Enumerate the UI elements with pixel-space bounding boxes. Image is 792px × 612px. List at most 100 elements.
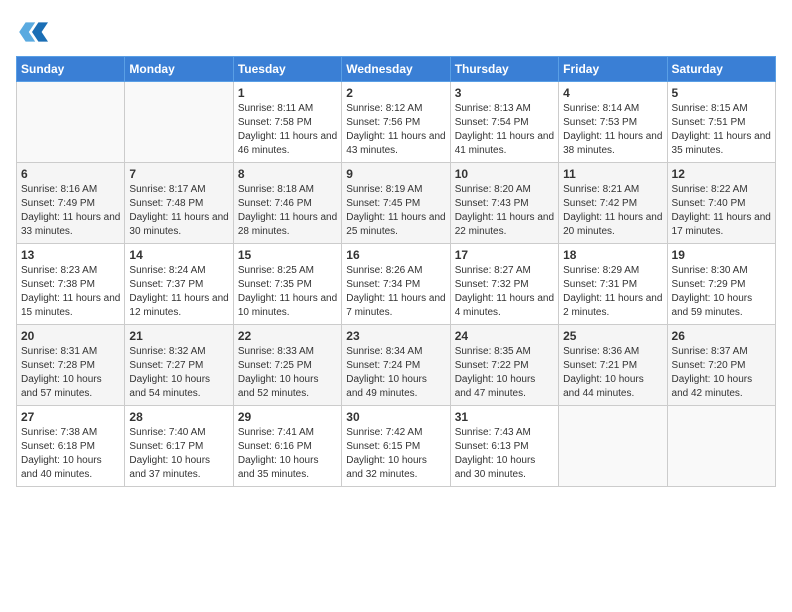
day-info: Sunrise: 8:19 AM Sunset: 7:45 PM Dayligh… bbox=[346, 183, 445, 239]
day-number: 13 bbox=[21, 248, 120, 262]
day-number: 17 bbox=[455, 248, 554, 262]
day-number: 3 bbox=[455, 86, 554, 100]
calendar-cell: 25Sunrise: 8:36 AM Sunset: 7:21 PM Dayli… bbox=[559, 325, 667, 406]
calendar-cell: 18 Sunrise: 8:29 AM Sunset: 7:31 PM Dayli… bbox=[559, 244, 667, 325]
calendar-cell: 3 Sunrise: 8:13 AM Sunset: 7:54 PM Daylig… bbox=[450, 82, 558, 163]
calendar-week-4: 20 Sunrise: 8:31 AM Sunset: 7:28 PM Dayli… bbox=[17, 325, 776, 406]
calendar-week-1: 1 Sunrise: 8:11 AM Sunset: 7:58 PM Daylig… bbox=[17, 82, 776, 163]
day-header-saturday: Saturday bbox=[667, 57, 775, 82]
calendar-cell: 12 Sunrise: 8:22 AM Sunset: 7:40 PM Dayli… bbox=[667, 163, 775, 244]
day-number: 10 bbox=[455, 167, 554, 181]
day-info: Sunrise: 8:29 AM Sunset: 7:31 PM Dayligh… bbox=[563, 264, 662, 320]
day-info: Sunrise: 8:14 AM Sunset: 7:53 PM Dayligh… bbox=[563, 102, 662, 158]
calendar-header-row: SundayMondayTuesdayWednesdayThursdayFrid… bbox=[17, 57, 776, 82]
day-number: 31 bbox=[455, 410, 554, 424]
day-info: Sunrise: 8:15 AM Sunset: 7:51 PM Dayligh… bbox=[672, 102, 771, 158]
day-info: Sunrise: 8:25 AM Sunset: 7:35 PM Dayligh… bbox=[238, 264, 337, 320]
calendar-cell: 26 Sunrise: 8:37 AM Sunset: 7:20 PM Dayli… bbox=[667, 325, 775, 406]
calendar-cell: 8 Sunrise: 8:18 AM Sunset: 7:46 PM Daylig… bbox=[233, 163, 341, 244]
day-info: Sunrise: 8:16 AM Sunset: 7:49 PM Dayligh… bbox=[21, 183, 120, 239]
day-info: Sunrise: 8:13 AM Sunset: 7:54 PM Dayligh… bbox=[455, 102, 554, 158]
day-info: Sunrise: 8:20 AM Sunset: 7:43 PM Dayligh… bbox=[455, 183, 554, 239]
calendar-week-5: 27 Sunrise: 7:38 AM Sunset: 6:18 PM Dayli… bbox=[17, 406, 776, 487]
calendar-cell bbox=[559, 406, 667, 487]
calendar-cell: 23Sunrise: 8:34 AM Sunset: 7:24 PM Dayli… bbox=[342, 325, 450, 406]
calendar-cell: 17 Sunrise: 8:27 AM Sunset: 7:32 PM Dayli… bbox=[450, 244, 558, 325]
page-header bbox=[16, 16, 776, 48]
day-info: Sunrise: 8:32 AM Sunset: 7:27 PM Dayligh… bbox=[129, 345, 228, 401]
day-number: 14 bbox=[129, 248, 228, 262]
calendar-cell: 21 Sunrise: 8:32 AM Sunset: 7:27 PM Dayli… bbox=[125, 325, 233, 406]
calendar-cell: 7 Sunrise: 8:17 AM Sunset: 7:48 PM Daylig… bbox=[125, 163, 233, 244]
day-number: 8 bbox=[238, 167, 337, 181]
day-info: Sunrise: 8:21 AM Sunset: 7:42 PM Dayligh… bbox=[563, 183, 662, 239]
calendar-cell: 16 Sunrise: 8:26 AM Sunset: 7:34 PM Dayli… bbox=[342, 244, 450, 325]
calendar-cell: 15Sunrise: 8:25 AM Sunset: 7:35 PM Dayli… bbox=[233, 244, 341, 325]
day-number: 29 bbox=[238, 410, 337, 424]
day-info: Sunrise: 8:30 AM Sunset: 7:29 PM Dayligh… bbox=[672, 264, 771, 320]
calendar-cell: 9 Sunrise: 8:19 AM Sunset: 7:45 PM Daylig… bbox=[342, 163, 450, 244]
day-number: 4 bbox=[563, 86, 662, 100]
calendar-table: SundayMondayTuesdayWednesdayThursdayFrid… bbox=[16, 56, 776, 487]
day-header-friday: Friday bbox=[559, 57, 667, 82]
day-info: Sunrise: 7:43 AM Sunset: 6:13 PM Dayligh… bbox=[455, 426, 554, 482]
day-header-sunday: Sunday bbox=[17, 57, 125, 82]
logo-icon bbox=[16, 16, 48, 48]
calendar-week-2: 6 Sunrise: 8:16 AM Sunset: 7:49 PM Daylig… bbox=[17, 163, 776, 244]
day-number: 16 bbox=[346, 248, 445, 262]
day-number: 20 bbox=[21, 329, 120, 343]
day-number: 18 bbox=[563, 248, 662, 262]
day-number: 26 bbox=[672, 329, 771, 343]
day-info: Sunrise: 8:17 AM Sunset: 7:48 PM Dayligh… bbox=[129, 183, 228, 239]
day-header-tuesday: Tuesday bbox=[233, 57, 341, 82]
day-info: Sunrise: 8:26 AM Sunset: 7:34 PM Dayligh… bbox=[346, 264, 445, 320]
day-info: Sunrise: 8:18 AM Sunset: 7:46 PM Dayligh… bbox=[238, 183, 337, 239]
day-info: Sunrise: 8:33 AM Sunset: 7:25 PM Dayligh… bbox=[238, 345, 337, 401]
day-info: Sunrise: 7:41 AM Sunset: 6:16 PM Dayligh… bbox=[238, 426, 337, 482]
calendar-cell: 24 Sunrise: 8:35 AM Sunset: 7:22 PM Dayli… bbox=[450, 325, 558, 406]
calendar-cell: 11 Sunrise: 8:21 AM Sunset: 7:42 PM Dayli… bbox=[559, 163, 667, 244]
calendar-cell: 29 Sunrise: 7:41 AM Sunset: 6:16 PM Dayli… bbox=[233, 406, 341, 487]
day-header-wednesday: Wednesday bbox=[342, 57, 450, 82]
day-header-monday: Monday bbox=[125, 57, 233, 82]
day-number: 21 bbox=[129, 329, 228, 343]
calendar-cell bbox=[125, 82, 233, 163]
calendar-cell: 30Sunrise: 7:42 AM Sunset: 6:15 PM Dayli… bbox=[342, 406, 450, 487]
calendar-cell: 22 Sunrise: 8:33 AM Sunset: 7:25 PM Dayli… bbox=[233, 325, 341, 406]
calendar-cell: 19 Sunrise: 8:30 AM Sunset: 7:29 PM Dayli… bbox=[667, 244, 775, 325]
calendar-cell bbox=[667, 406, 775, 487]
day-info: Sunrise: 7:38 AM Sunset: 6:18 PM Dayligh… bbox=[21, 426, 120, 482]
day-number: 19 bbox=[672, 248, 771, 262]
day-info: Sunrise: 8:27 AM Sunset: 7:32 PM Dayligh… bbox=[455, 264, 554, 320]
day-number: 11 bbox=[563, 167, 662, 181]
day-number: 6 bbox=[21, 167, 120, 181]
day-number: 22 bbox=[238, 329, 337, 343]
calendar-cell: 28Sunrise: 7:40 AM Sunset: 6:17 PM Dayli… bbox=[125, 406, 233, 487]
day-info: Sunrise: 7:42 AM Sunset: 6:15 PM Dayligh… bbox=[346, 426, 445, 482]
day-number: 2 bbox=[346, 86, 445, 100]
day-number: 7 bbox=[129, 167, 228, 181]
calendar-cell: 4 Sunrise: 8:14 AM Sunset: 7:53 PM Daylig… bbox=[559, 82, 667, 163]
day-number: 23 bbox=[346, 329, 445, 343]
calendar-cell: 31 Sunrise: 7:43 AM Sunset: 6:13 PM Dayli… bbox=[450, 406, 558, 487]
day-number: 12 bbox=[672, 167, 771, 181]
day-info: Sunrise: 8:37 AM Sunset: 7:20 PM Dayligh… bbox=[672, 345, 771, 401]
day-info: Sunrise: 8:31 AM Sunset: 7:28 PM Dayligh… bbox=[21, 345, 120, 401]
day-number: 25 bbox=[563, 329, 662, 343]
calendar-cell: 20 Sunrise: 8:31 AM Sunset: 7:28 PM Dayli… bbox=[17, 325, 125, 406]
day-info: Sunrise: 8:12 AM Sunset: 7:56 PM Dayligh… bbox=[346, 102, 445, 158]
calendar-cell bbox=[17, 82, 125, 163]
day-info: Sunrise: 8:11 AM Sunset: 7:58 PM Dayligh… bbox=[238, 102, 337, 158]
day-number: 1 bbox=[238, 86, 337, 100]
calendar-cell: 6 Sunrise: 8:16 AM Sunset: 7:49 PM Daylig… bbox=[17, 163, 125, 244]
calendar-cell: 27 Sunrise: 7:38 AM Sunset: 6:18 PM Dayli… bbox=[17, 406, 125, 487]
day-info: Sunrise: 8:22 AM Sunset: 7:40 PM Dayligh… bbox=[672, 183, 771, 239]
day-number: 27 bbox=[21, 410, 120, 424]
day-number: 9 bbox=[346, 167, 445, 181]
calendar-cell: 2 Sunrise: 8:12 AM Sunset: 7:56 PM Daylig… bbox=[342, 82, 450, 163]
day-info: Sunrise: 8:35 AM Sunset: 7:22 PM Dayligh… bbox=[455, 345, 554, 401]
calendar-cell: 5Sunrise: 8:15 AM Sunset: 7:51 PM Daylig… bbox=[667, 82, 775, 163]
day-number: 24 bbox=[455, 329, 554, 343]
day-info: Sunrise: 7:40 AM Sunset: 6:17 PM Dayligh… bbox=[129, 426, 228, 482]
day-info: Sunrise: 8:24 AM Sunset: 7:37 PM Dayligh… bbox=[129, 264, 228, 320]
